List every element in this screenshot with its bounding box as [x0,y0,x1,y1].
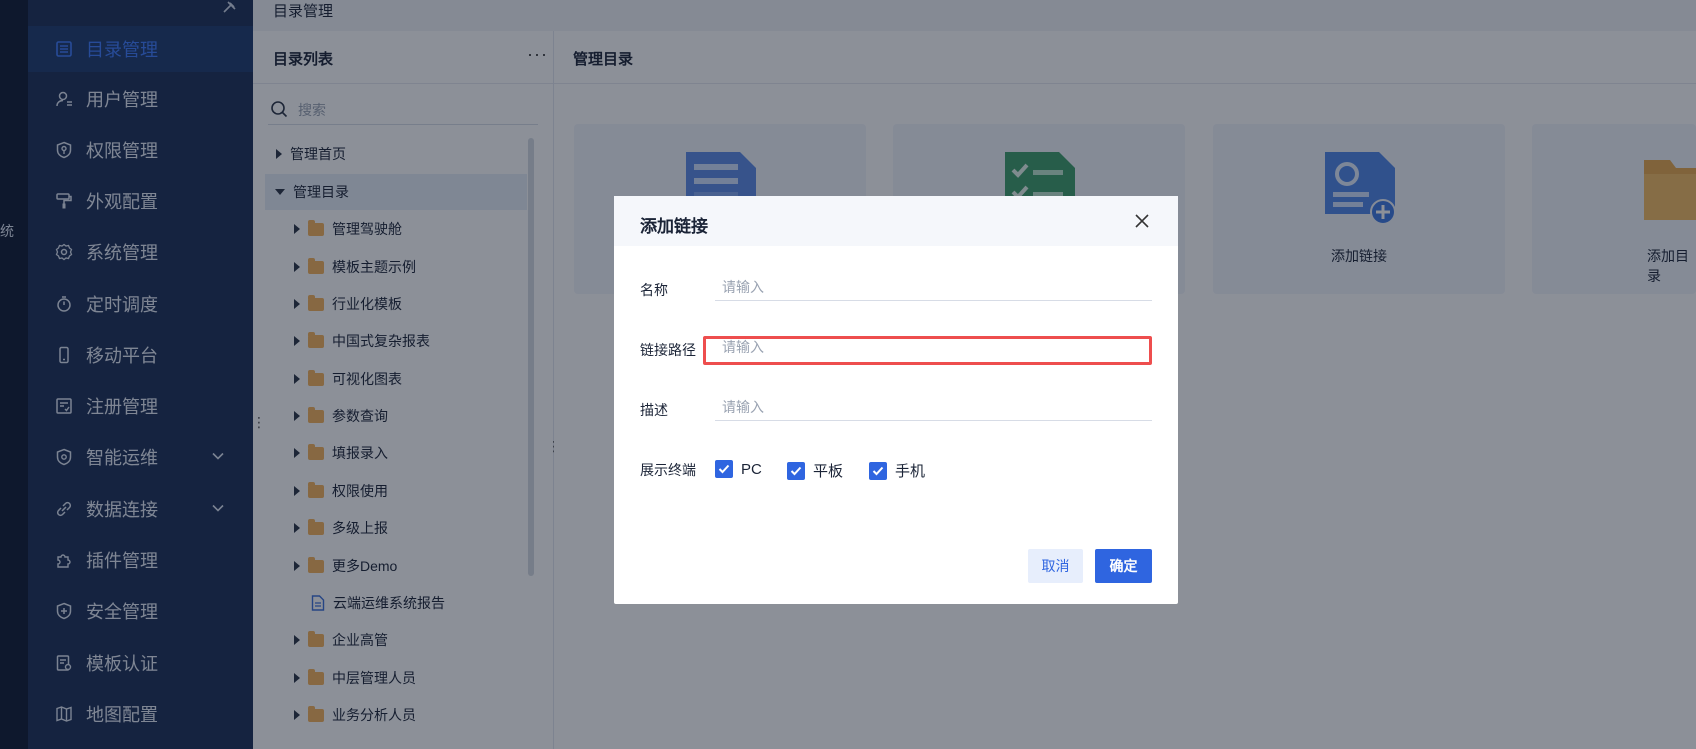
dialog-title: 添加链接 [640,217,708,236]
checkbox-checked-icon[interactable] [715,460,733,478]
cancel-button[interactable]: 取消 [1028,549,1083,583]
checkbox-pc[interactable]: PC [715,460,762,478]
checkbox-label: 手机 [895,463,926,480]
terminal-label: 展示终端 [640,462,696,478]
checkbox-tablet[interactable]: 平板 [787,460,843,481]
description-label: 描述 [640,402,668,418]
close-icon[interactable] [1133,212,1151,230]
name-label: 名称 [640,282,668,298]
confirm-button[interactable]: 确定 [1095,549,1152,583]
highlight-frame [703,336,1152,365]
link-path-label: 链接路径 [640,342,696,358]
checkbox-label: 平板 [813,463,844,480]
checkbox-checked-icon[interactable] [869,461,887,480]
checkbox-checked-icon[interactable] [787,461,805,480]
checkbox-label: PC [741,460,762,478]
description-input[interactable] [715,393,1152,421]
name-input[interactable] [715,273,1152,301]
checkbox-phone[interactable]: 手机 [869,460,925,481]
